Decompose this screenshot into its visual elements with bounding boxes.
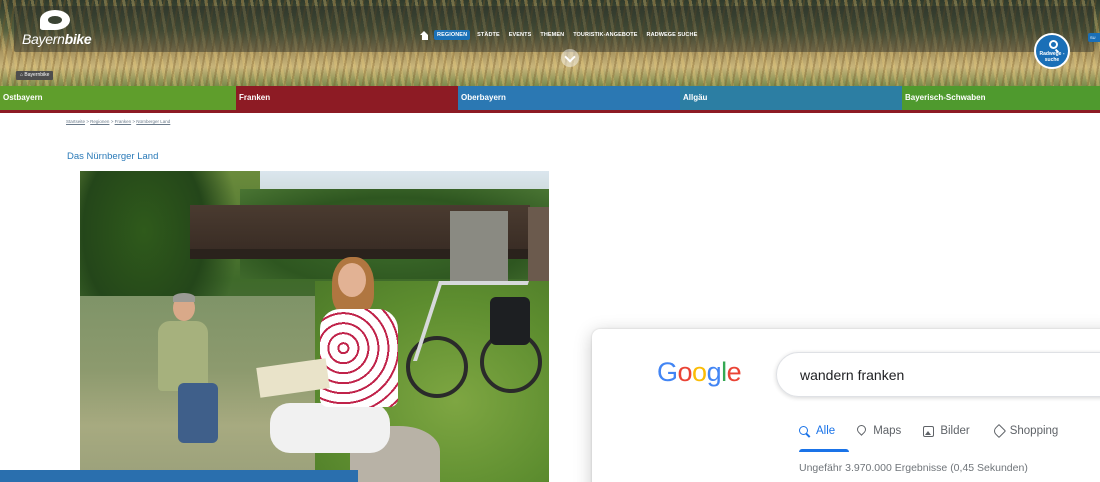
region-tab-allgaeu[interactable]: Allgäu xyxy=(680,86,902,110)
tab-label: Alle xyxy=(816,425,836,437)
search-query-text: wandern franken xyxy=(800,367,905,383)
nav-item-radwege-suche[interactable]: RADWEGE SUCHE xyxy=(645,31,700,39)
map-pin-icon xyxy=(857,425,867,437)
google-search-card: Google wandern franken Alle Maps Bilder … xyxy=(592,329,1100,482)
photo-woman-legs xyxy=(270,403,390,453)
route-search-label: Radwege -suche xyxy=(1039,51,1065,63)
bayernbike-logo[interactable]: Bayernbike xyxy=(22,10,112,48)
photo-man xyxy=(158,321,208,391)
region-tab-bayerisch-schwaben[interactable]: Bayerisch-Schwaben xyxy=(902,86,1100,110)
site-header: Bayernbike REGIONEN STÄDTE EVENTS THEMEN… xyxy=(0,0,1100,86)
tab-alle[interactable]: Alle xyxy=(799,423,835,439)
region-tab-oberbayern[interactable]: Oberbayern xyxy=(458,86,680,110)
tab-label: Shopping xyxy=(1009,425,1059,437)
breadcrumb-nuernberger-land[interactable]: Nürnberger Land xyxy=(136,119,170,124)
hero-photo xyxy=(80,171,549,482)
google-logo-letter: e xyxy=(726,357,742,387)
tab-maps[interactable]: Maps xyxy=(857,423,901,439)
nav-item-touristik-angebote[interactable]: TOURISTIK-ANGEBOTE xyxy=(571,31,639,39)
top-navigation: REGIONEN STÄDTE EVENTS THEMEN TOURISTIK-… xyxy=(420,29,699,41)
tab-label: Bilder xyxy=(940,425,970,437)
region-tab-ostbayern[interactable]: Ostbayern xyxy=(0,86,236,110)
google-logo-letter: o xyxy=(677,357,693,387)
nav-item-regionen[interactable]: REGIONEN xyxy=(434,30,471,40)
home-badge[interactable]: ⌂ Bayernbike xyxy=(16,71,54,80)
tab-label: Maps xyxy=(873,425,902,437)
photo-woman xyxy=(320,309,398,407)
tab-bilder[interactable]: Bilder xyxy=(923,423,970,439)
google-logo-letter: o xyxy=(692,357,707,387)
nav-item-staedte[interactable]: STÄDTE xyxy=(475,31,502,39)
region-active-underline xyxy=(0,110,1100,113)
page-title: Das Nürnberger Land xyxy=(67,151,159,162)
breadcrumb-franken[interactable]: Franken xyxy=(115,119,132,124)
active-tab-indicator xyxy=(799,449,849,452)
google-logo-letter: G xyxy=(657,357,678,387)
breadcrumb-regionen[interactable]: Regionen xyxy=(90,119,109,124)
search-icon xyxy=(799,425,810,437)
google-result-tabs: Alle Maps Bilder Shopping xyxy=(799,423,1058,443)
tab-shopping[interactable]: Shopping xyxy=(992,423,1059,439)
search-icon xyxy=(1049,40,1058,49)
result-stats: Ungefähr 3.970.000 Ergebnisse (0,45 Seku… xyxy=(799,462,1028,474)
nav-item-themen[interactable]: THEMEN xyxy=(538,31,566,39)
google-search-input[interactable]: wandern franken xyxy=(776,352,1100,397)
logo-text: Bayernbike xyxy=(22,31,92,47)
search-tab-button[interactable]: SU xyxy=(1088,33,1100,42)
bayernbike-logo-icon xyxy=(40,10,70,30)
photo-man-hair xyxy=(173,293,195,302)
breadcrumb-startseite[interactable]: Startseite xyxy=(66,119,85,124)
region-navigation: Ostbayern Franken Oberbayern Allgäu Baye… xyxy=(0,86,1100,110)
breadcrumb: Startseite > Regionen > Franken > Nürnbe… xyxy=(66,119,170,124)
nav-item-events[interactable]: EVENTS xyxy=(507,31,534,39)
google-logo[interactable]: Google xyxy=(657,357,742,388)
image-icon xyxy=(923,425,935,437)
scroll-down-chevron-icon[interactable] xyxy=(561,49,579,67)
tag-icon xyxy=(992,426,1004,436)
google-logo-letter: g xyxy=(706,357,722,387)
photo-man-legs xyxy=(178,383,218,443)
region-tab-franken[interactable]: Franken xyxy=(236,86,458,110)
home-icon[interactable] xyxy=(420,30,429,40)
photo-bike-bag xyxy=(490,297,530,345)
overlay-strip xyxy=(0,470,358,482)
photo-woman-face xyxy=(338,263,366,297)
route-search-button[interactable]: Radwege -suche xyxy=(1034,33,1070,69)
